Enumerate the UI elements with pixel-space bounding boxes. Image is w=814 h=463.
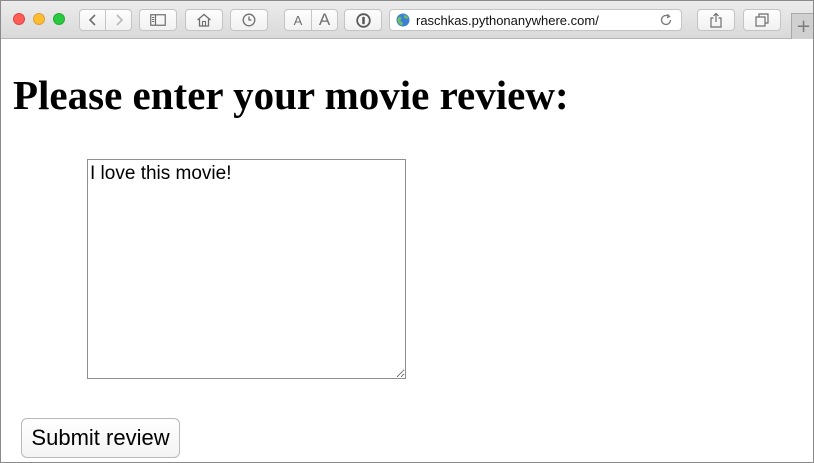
close-window-button[interactable]	[13, 13, 25, 25]
forward-button[interactable]	[105, 10, 131, 30]
plus-icon: +	[795, 15, 812, 37]
page-title: Please enter your movie review:	[13, 72, 569, 118]
browser-window: A A raschkas.pythonanywhere.com/ + Pleas…	[0, 0, 814, 463]
tabs-overview-button[interactable]	[743, 9, 781, 31]
text-size-buttons: A A	[284, 9, 338, 31]
larger-text-button[interactable]: A	[310, 10, 337, 30]
back-button[interactable]	[80, 10, 105, 30]
browser-toolbar: A A raschkas.pythonanywhere.com/ +	[1, 1, 813, 39]
address-bar[interactable]: raschkas.pythonanywhere.com/	[389, 9, 682, 31]
history-button[interactable]	[230, 9, 268, 31]
share-button[interactable]	[697, 9, 735, 31]
navigation-buttons	[79, 9, 132, 31]
new-tab-button[interactable]: +	[791, 13, 813, 39]
reload-icon	[660, 13, 672, 26]
password-button[interactable]	[344, 9, 382, 31]
globe-icon	[396, 13, 410, 27]
clock-icon	[242, 13, 256, 27]
minimize-window-button[interactable]	[33, 13, 45, 25]
home-button[interactable]	[185, 9, 223, 31]
sidebar-button[interactable]	[139, 9, 177, 31]
review-textarea[interactable]: I love this movie!	[87, 159, 406, 379]
chevron-left-icon	[88, 14, 96, 26]
zoom-window-button[interactable]	[53, 13, 65, 25]
submit-review-button[interactable]: Submit review	[21, 418, 180, 458]
tabs-overview-icon	[755, 13, 769, 27]
keyhole-icon	[355, 12, 371, 28]
smaller-text-button[interactable]: A	[285, 10, 311, 30]
url-text: raschkas.pythonanywhere.com/	[416, 12, 599, 28]
page-content: Please enter your movie review: I love t…	[1, 40, 813, 462]
chevron-right-icon	[116, 14, 123, 26]
share-icon	[710, 12, 722, 28]
home-icon	[197, 13, 211, 27]
sidebar-icon	[150, 14, 166, 26]
reload-button[interactable]	[659, 13, 673, 27]
